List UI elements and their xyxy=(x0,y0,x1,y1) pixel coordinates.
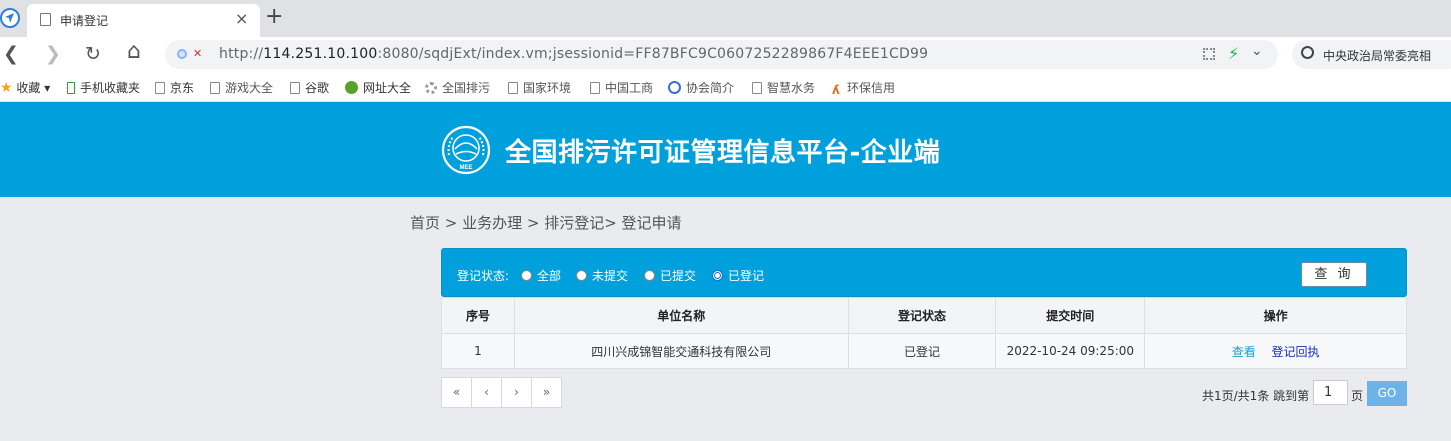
prev-page-button[interactable]: ‹ xyxy=(472,377,502,408)
url-text[interactable]: http://114.251.10.100:8080/sqdjExt/index… xyxy=(219,46,928,62)
search-input[interactable]: 中央政治局常委亮相 xyxy=(1323,47,1431,64)
main-content: 首页 > 业务办理 > 排污登记> 登记申请 登记状态: 全部 未提交 已提交 … xyxy=(0,197,1451,441)
page-icon xyxy=(590,82,600,94)
view-link[interactable]: 查看 xyxy=(1232,345,1256,359)
bookmark-games[interactable]: 游戏大全 xyxy=(210,79,274,96)
star-icon: ★ xyxy=(0,80,13,96)
table-header-row: 序号 单位名称 登记状态 提交时间 操作 xyxy=(441,297,1407,334)
cell-actions: 查看 登记回执 xyxy=(1144,333,1407,369)
column-header-index: 序号 xyxy=(441,297,515,334)
pagination: « ‹ › » xyxy=(441,377,562,408)
bookmark-url-directory[interactable]: 网址大全 xyxy=(345,79,411,96)
bookmark-env-credit[interactable]: ʎ 环保信用 xyxy=(832,79,898,96)
page-icon xyxy=(290,82,300,94)
address-bar[interactable]: ✕ http://114.251.10.100:8080/sqdjExt/ind… xyxy=(165,40,1278,69)
home-button[interactable]: ⌂ xyxy=(127,40,141,64)
new-tab-button[interactable]: + xyxy=(265,4,283,30)
first-page-button[interactable]: « xyxy=(441,377,472,408)
search-icon xyxy=(1301,46,1314,59)
radio-registered[interactable]: 已登记 xyxy=(712,267,764,284)
next-page-button[interactable]: › xyxy=(502,377,532,408)
bookmarks-bar: ★ 收藏 ▾ 手机收藏夹 京东 游戏大全 谷歌 网址大全 全国排污 国家环境 中… xyxy=(0,72,1451,102)
forward-button[interactable]: ❯ xyxy=(45,42,61,66)
close-tab-icon[interactable]: × xyxy=(235,9,248,29)
browser-search-box[interactable]: 中央政治局常委亮相 xyxy=(1292,40,1451,69)
lightning-icon[interactable]: ⚡ xyxy=(1228,44,1239,63)
site-header: MEE 全国排污许可证管理信息平台-企业端 xyxy=(0,102,1451,197)
bookmark-mobile[interactable]: 手机收藏夹 xyxy=(67,79,140,96)
runner-icon: ʎ xyxy=(832,83,840,96)
filter-bar: 登记状态: 全部 未提交 已提交 已登记 查 询 xyxy=(441,248,1407,297)
radio-circle-icon xyxy=(521,270,532,281)
bookmark-smart-water[interactable]: 智慧水务 xyxy=(752,79,818,96)
bookmark-jd[interactable]: 京东 xyxy=(155,79,194,96)
plus-circle-icon xyxy=(345,81,358,94)
cell-index: 1 xyxy=(441,333,515,369)
back-button[interactable]: ❮ xyxy=(3,42,19,66)
last-page-button[interactable]: » xyxy=(532,377,562,408)
status-filter-label: 登记状态: xyxy=(457,269,510,283)
column-header-actions: 操作 xyxy=(1144,297,1407,334)
bookmark-china-business[interactable]: 中国工商 xyxy=(590,79,656,96)
tab-title: 申请登记 xyxy=(60,14,109,28)
mee-emblem-icon: MEE xyxy=(441,125,491,175)
radio-circle-icon xyxy=(644,270,655,281)
bookmark-favorites[interactable]: ★ 收藏 ▾ xyxy=(0,79,50,96)
browser-nav-bar: ❮ ❯ ↻ ⌂ ✕ http://114.251.10.100:8080/sqd… xyxy=(0,37,1451,72)
reload-button[interactable]: ↻ xyxy=(85,42,101,66)
cell-company: 四川兴成锦智能交通科技有限公司 xyxy=(513,333,849,369)
breadcrumb: 首页 > 业务办理 > 排污登记> 登记申请 xyxy=(410,214,682,232)
radio-submitted[interactable]: 已提交 xyxy=(644,267,696,284)
radio-selected-icon xyxy=(712,270,723,281)
radio-circle-icon xyxy=(576,270,587,281)
radio-all[interactable]: 全部 xyxy=(521,267,561,284)
phone-icon xyxy=(67,82,75,94)
globe-icon xyxy=(668,81,681,94)
security-icon xyxy=(177,49,187,59)
browser-logo-icon[interactable] xyxy=(0,8,20,28)
cell-status: 已登记 xyxy=(847,333,997,369)
gear-icon xyxy=(425,82,437,94)
radio-not-submitted[interactable]: 未提交 xyxy=(576,267,628,284)
bookmark-google[interactable]: 谷歌 xyxy=(290,79,329,96)
page-icon xyxy=(210,82,220,94)
page-icon xyxy=(155,82,165,94)
page-unit-label: 页 xyxy=(1351,389,1364,403)
page-icon xyxy=(40,13,51,26)
bookmark-national-env[interactable]: 国家环境 xyxy=(508,79,574,96)
bookmark-pollution-permit[interactable]: 全国排污 xyxy=(425,79,491,96)
page-number-input[interactable]: 1 xyxy=(1313,380,1348,405)
page-icon xyxy=(752,82,762,94)
cell-submit-time: 2022-10-24 09:25:00 xyxy=(995,333,1146,369)
logo-text: MEE xyxy=(459,165,472,171)
page-icon xyxy=(508,82,518,94)
go-button[interactable]: GO xyxy=(1367,381,1407,406)
registration-table: 序号 单位名称 登记状态 提交时间 操作 1 四川兴成锦智能交通科技有限公司 已… xyxy=(441,297,1407,369)
browser-tab[interactable]: 申请登记 × xyxy=(27,4,260,37)
column-header-submit-time: 提交时间 xyxy=(995,297,1146,334)
page-info: 共1页/共1条 跳到第 xyxy=(1202,389,1310,403)
column-header-company: 单位名称 xyxy=(513,297,849,334)
bookmark-association[interactable]: 协会简介 xyxy=(668,79,736,96)
registration-receipt-link[interactable]: 登记回执 xyxy=(1272,345,1320,359)
browser-tab-bar: 申请登记 × + xyxy=(0,0,1451,37)
query-button[interactable]: 查 询 xyxy=(1301,262,1367,287)
qr-code-icon[interactable] xyxy=(1203,48,1215,60)
chevron-down-icon[interactable]: ⌄ xyxy=(1251,43,1263,59)
site-title: 全国排污许可证管理信息平台-企业端 xyxy=(505,138,941,168)
column-header-status: 登记状态 xyxy=(847,297,997,334)
not-secure-icon: ✕ xyxy=(193,47,203,60)
table-row: 1 四川兴成锦智能交通科技有限公司 已登记 2022-10-24 09:25:0… xyxy=(441,333,1407,369)
